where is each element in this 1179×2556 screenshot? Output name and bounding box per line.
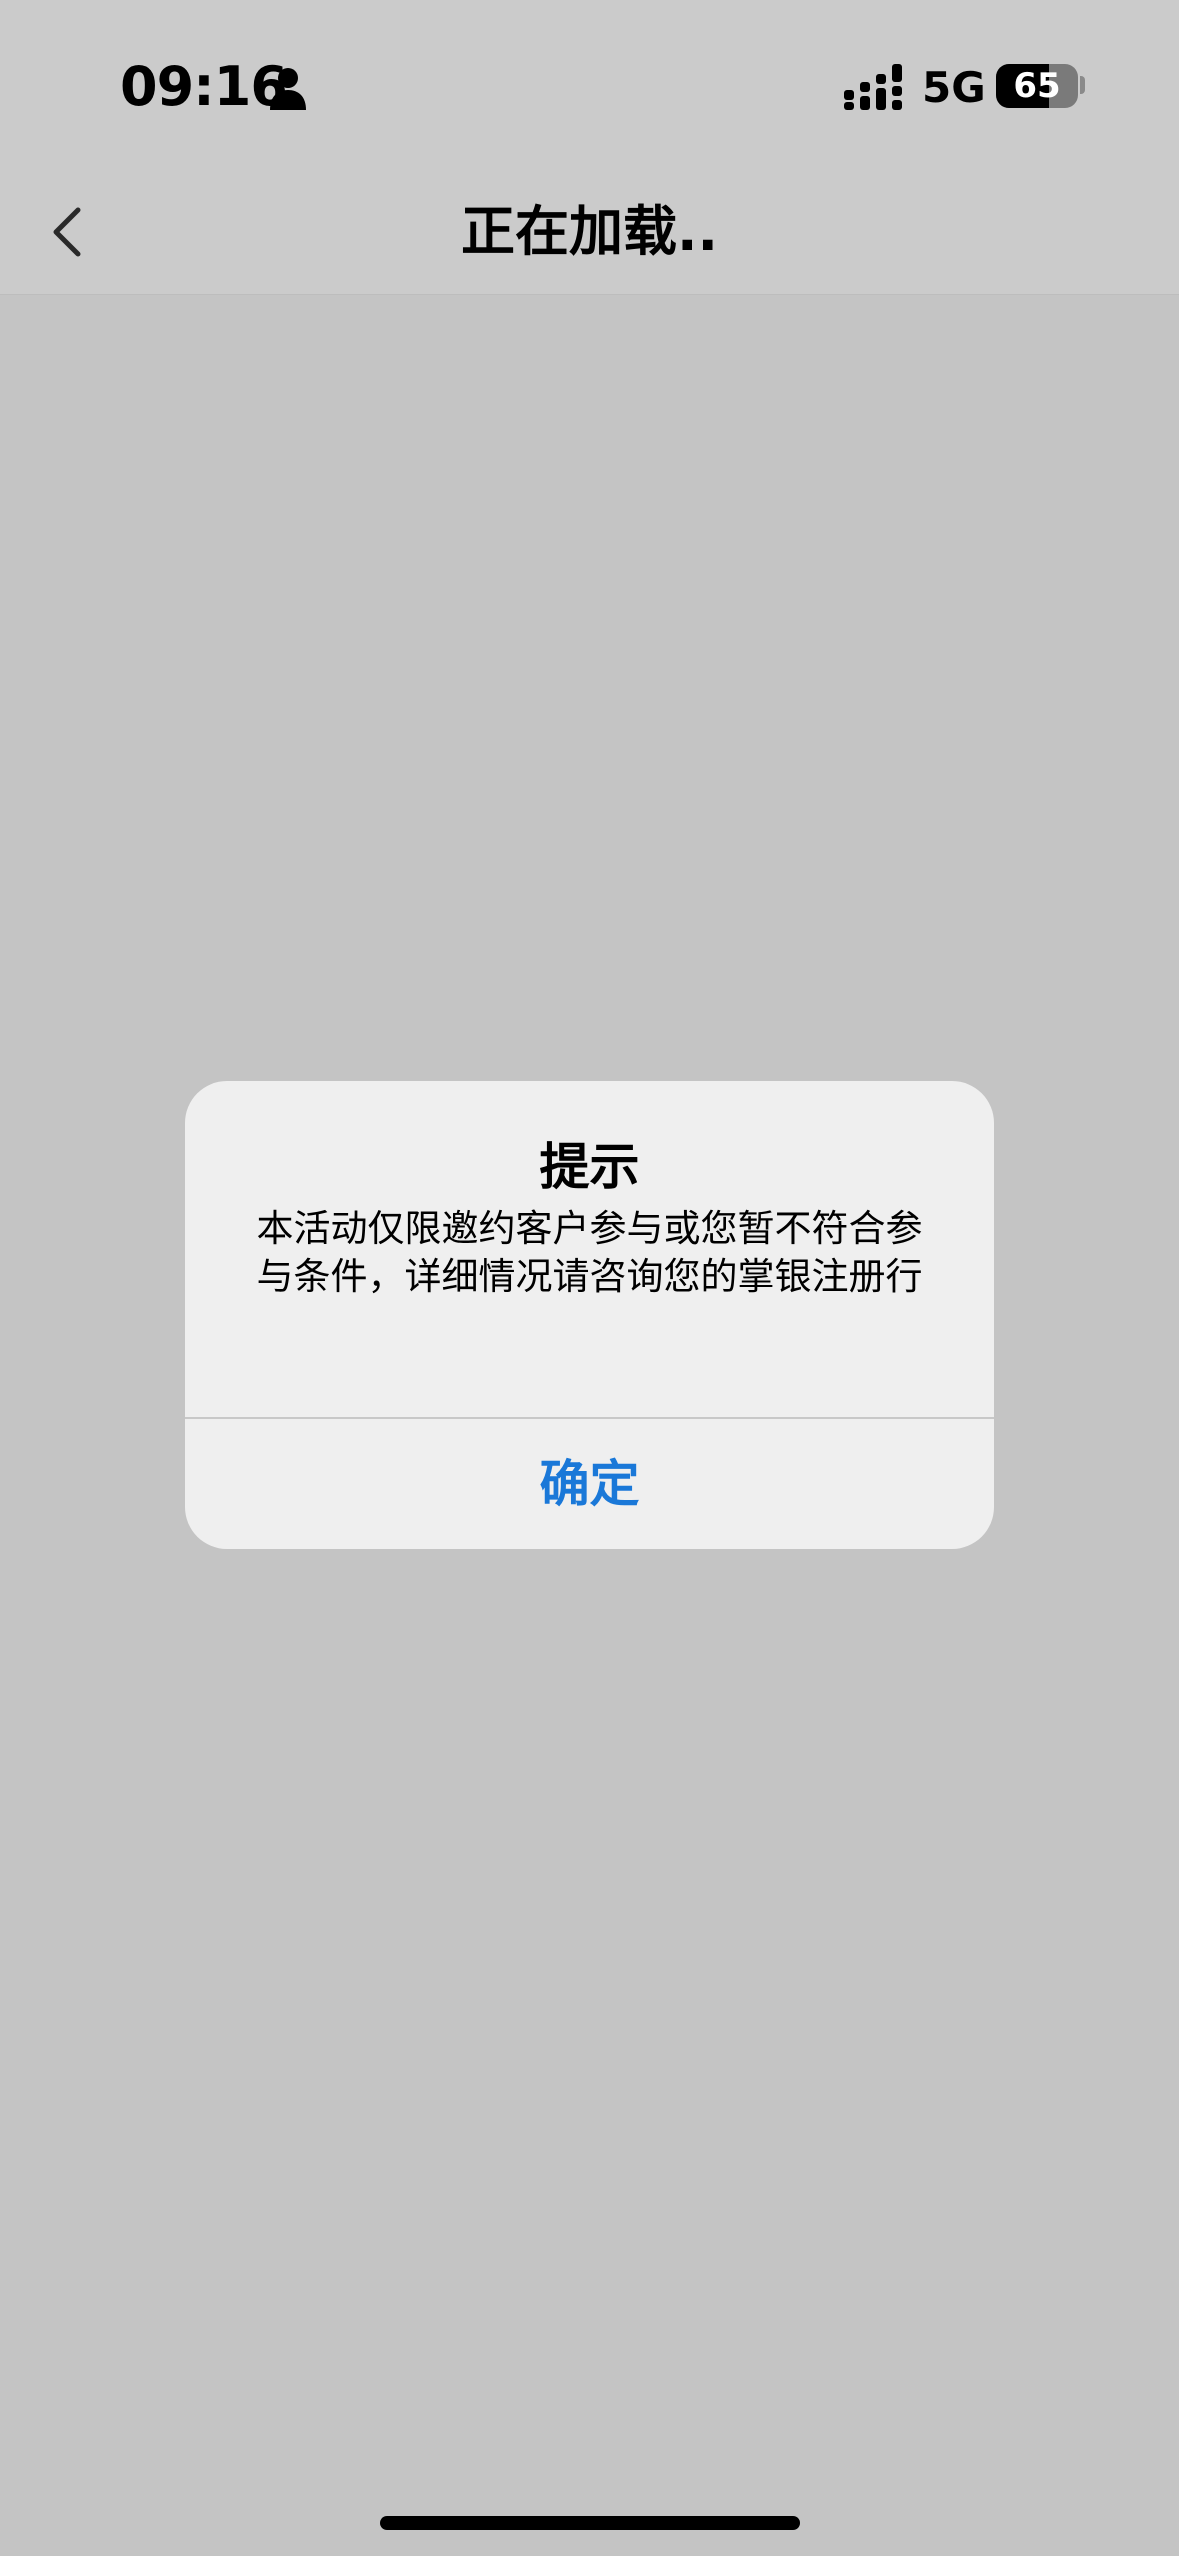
- navigation-bar: 正在加载..: [0, 170, 1179, 295]
- page-title: 正在加载..: [460, 200, 719, 263]
- battery-level-label: 65: [1013, 66, 1061, 106]
- alert-title: 提示: [539, 1138, 640, 1196]
- battery-cap: [1080, 76, 1085, 94]
- status-bar: 09:16 5G 65: [0, 0, 1179, 170]
- alert-dialog: 提示 本活动仅限邀约客户参与或您暂不符合参与条件，详细情况请咨询您的掌银注册行 …: [185, 1081, 994, 1549]
- status-time: 09:16: [120, 55, 288, 118]
- network-type-label: 5G: [922, 63, 986, 112]
- confirm-button[interactable]: 确定: [185, 1419, 994, 1549]
- person-icon: [270, 68, 306, 110]
- back-button[interactable]: [30, 192, 110, 272]
- signal-icon: [844, 64, 902, 110]
- battery-icon: 65: [996, 64, 1078, 108]
- alert-message: 本活动仅限邀约客户参与或您暂不符合参与条件，详细情况请咨询您的掌银注册行: [256, 1207, 923, 1298]
- home-indicator[interactable]: [380, 2516, 800, 2530]
- chevron-left-icon: [53, 207, 81, 257]
